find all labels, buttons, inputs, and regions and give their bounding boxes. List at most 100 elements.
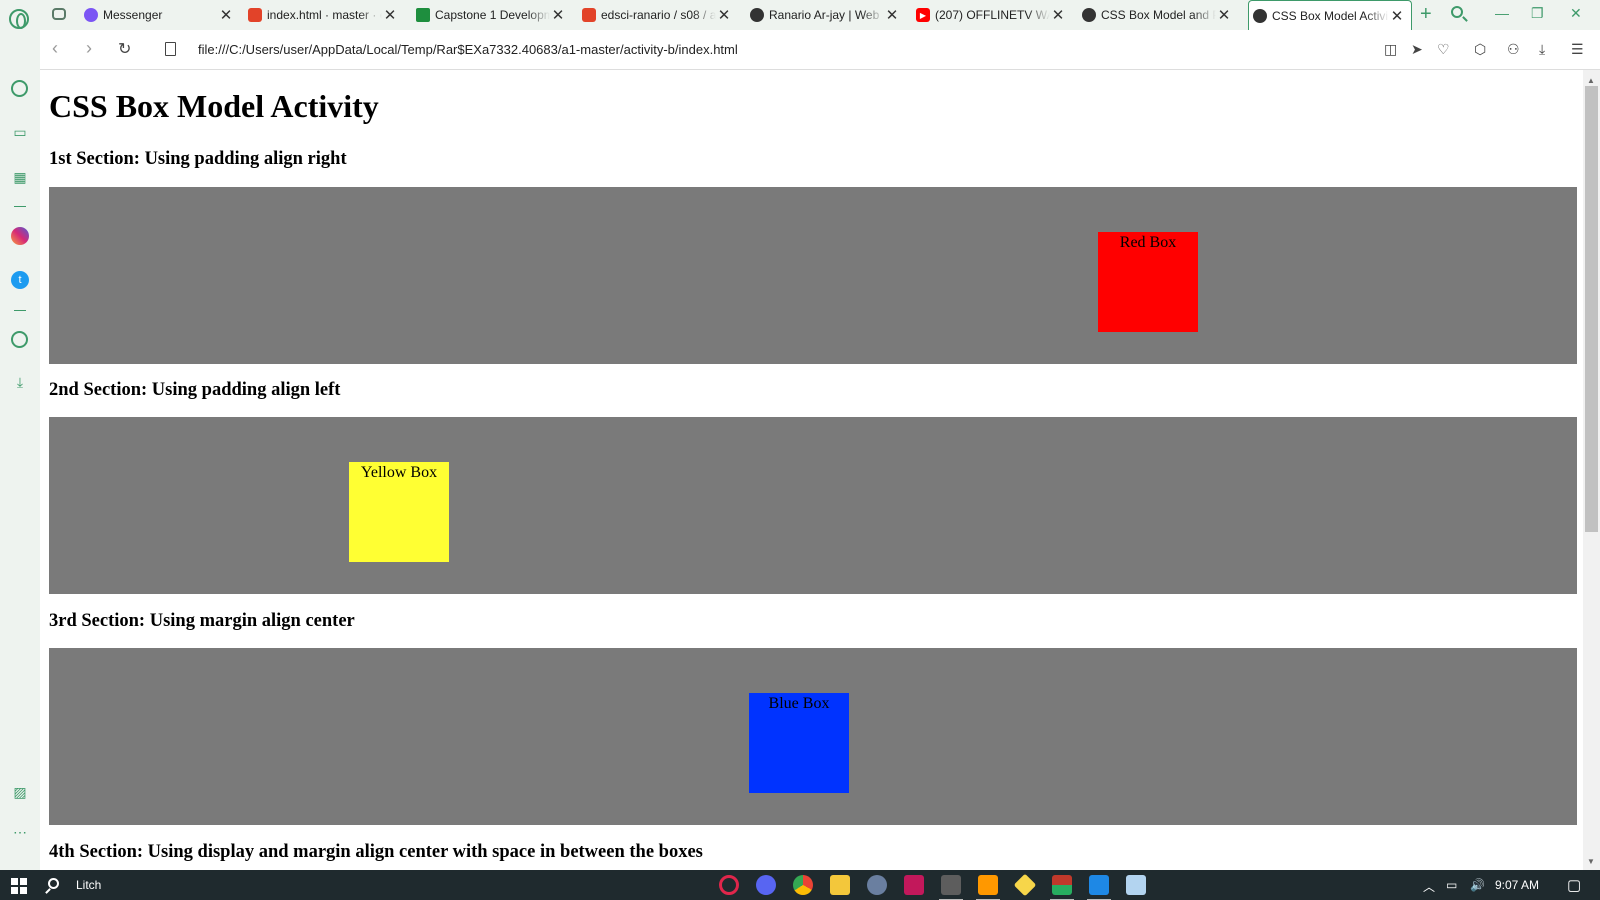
tab-strip: Messenger ✕ index.html · master · e ✕ Ca… — [0, 0, 1600, 30]
search-tabs-icon[interactable] — [1451, 6, 1463, 18]
workspaces-icon[interactable] — [52, 8, 66, 20]
scroll-up-arrow-icon[interactable]: ▲ — [1587, 76, 1595, 85]
globe-icon — [1082, 8, 1096, 22]
sidebar-divider — [14, 310, 26, 311]
history-icon[interactable] — [11, 331, 28, 348]
tab-title: edsci-ranario / s08 / a — [601, 8, 716, 22]
tab-capstone[interactable]: Capstone 1 Developm ✕ — [412, 0, 572, 30]
section-2-heading: 2nd Section: Using padding align left — [49, 380, 341, 400]
gitlab-icon — [248, 8, 262, 22]
page-content: CSS Box Model Activity 1st Section: Usin… — [40, 70, 1583, 870]
tab-css-box-model-activity[interactable]: CSS Box Model Activi ✕ — [1248, 0, 1412, 30]
section-3-container: Blue Box — [49, 648, 1577, 825]
new-tab-icon[interactable]: + — [1420, 3, 1432, 26]
chrome-icon[interactable] — [793, 875, 813, 895]
close-window-icon[interactable]: ✕ — [1570, 5, 1582, 22]
youtube-icon: ▶ — [916, 8, 930, 22]
send-icon[interactable]: ➤ — [1411, 41, 1423, 58]
git-icon[interactable] — [1013, 873, 1037, 897]
reload-icon[interactable]: ↻ — [118, 39, 131, 59]
globe-icon — [1253, 8, 1267, 23]
downloads-icon[interactable]: ⤓ — [10, 372, 30, 392]
section-1-heading: 1st Section: Using padding align right — [49, 149, 347, 169]
back-icon[interactable]: ‹ — [52, 38, 58, 59]
minimize-icon[interactable]: — — [1495, 5, 1509, 21]
tab-title: Messenger — [103, 8, 163, 22]
close-icon[interactable]: ✕ — [1389, 7, 1405, 25]
red-box: Red Box — [1098, 232, 1198, 332]
photos-icon[interactable] — [1087, 875, 1111, 900]
windows-taskbar: Litch ︿ ▭ 🔊 9:07 AM ▢ — [0, 870, 1600, 900]
clock-time[interactable]: 9:07 AM — [1495, 878, 1539, 892]
tab-css-box-model[interactable]: CSS Box Model and P ✕ — [1078, 0, 1238, 30]
search-icon[interactable] — [48, 878, 59, 889]
tab-title: index.html · master · e — [267, 8, 382, 22]
extensions-icon[interactable]: ▦ — [10, 167, 30, 187]
tab-title: (207) OFFLINETV WA — [935, 8, 1050, 22]
address-bar: ‹ › ↻ file:///C:/Users/user/AppData/Loca… — [40, 30, 1600, 70]
close-icon[interactable]: ✕ — [382, 6, 398, 24]
blue-box: Blue Box — [749, 693, 849, 793]
restore-icon[interactable]: ❐ — [1531, 5, 1544, 22]
chevron-up-icon[interactable]: ︿ — [1423, 878, 1435, 895]
windows-start-icon[interactable] — [11, 878, 27, 894]
sidebar-divider — [14, 206, 26, 207]
section-4-heading: 4th Section: Using display and margin al… — [49, 842, 703, 862]
close-icon[interactable]: ✕ — [550, 6, 566, 24]
tab-gitlab-edsci[interactable]: edsci-ranario / s08 / a ✕ — [578, 0, 738, 30]
vector-app-icon[interactable] — [904, 875, 924, 895]
tab-messenger[interactable]: Messenger ✕ — [80, 0, 240, 30]
file-explorer-icon[interactable] — [830, 875, 850, 895]
classroom-icon — [416, 8, 430, 22]
page-scrollbar[interactable]: ▲ ▼ — [1583, 70, 1600, 870]
messenger-icon — [84, 8, 98, 22]
url-field[interactable]: file:///C:/Users/user/AppData/Local/Temp… — [198, 42, 738, 57]
heart-icon[interactable]: ♡ — [1437, 41, 1450, 58]
tab-ranario[interactable]: Ranario Ar-jay | Web ✕ — [746, 0, 906, 30]
volume-icon[interactable]: 🔊 — [1470, 878, 1485, 892]
gitlab-icon — [582, 8, 596, 22]
section-1-container: Red Box — [49, 187, 1577, 364]
tab-title: Capstone 1 Developm — [435, 8, 550, 22]
opera-logo-icon[interactable] — [9, 9, 29, 29]
more-icon[interactable]: ⋯ — [10, 822, 30, 842]
close-icon[interactable]: ✕ — [1050, 6, 1066, 24]
speed-dial-icon[interactable] — [11, 80, 28, 97]
network-icon[interactable]: ▭ — [1446, 878, 1457, 892]
twitter-icon[interactable]: t — [11, 271, 29, 289]
forward-icon[interactable]: › — [86, 38, 92, 59]
taskbar-search-text[interactable]: Litch — [76, 878, 101, 892]
tab-title: CSS Box Model Activi — [1272, 8, 1389, 23]
tab-title: Ranario Ar-jay | Web — [769, 8, 880, 22]
sidebar: ▭ ▦ t ⤓ ▨ ⋯ — [0, 30, 40, 870]
terminal-icon[interactable] — [939, 875, 963, 900]
close-icon[interactable]: ✕ — [716, 6, 732, 24]
bag-icon[interactable]: ▭ — [10, 122, 30, 142]
close-icon[interactable]: ✕ — [218, 6, 234, 24]
scroll-down-arrow-icon[interactable]: ▼ — [1587, 857, 1595, 866]
download-icon[interactable]: ⤓ — [1539, 41, 1545, 58]
page-title: CSS Box Model Activity — [49, 88, 379, 124]
globe-icon — [750, 8, 764, 22]
sublime-text-icon[interactable] — [976, 875, 1000, 900]
file-icon — [165, 42, 176, 56]
discord-icon[interactable] — [756, 875, 776, 895]
close-icon[interactable]: ✕ — [884, 6, 900, 24]
snapshot-icon[interactable]: ◫ — [1384, 41, 1397, 58]
gallery-icon[interactable]: ▨ — [10, 782, 30, 802]
winrar-icon[interactable] — [1050, 875, 1074, 900]
easy-setup-icon[interactable]: ☰ — [1571, 41, 1584, 58]
tab-gitlab-index[interactable]: index.html · master · e ✕ — [244, 0, 404, 30]
app-icon[interactable] — [867, 875, 887, 895]
close-icon[interactable]: ✕ — [1216, 6, 1232, 24]
tab-youtube[interactable]: ▶ (207) OFFLINETV WA ✕ — [912, 0, 1072, 30]
instagram-icon[interactable] — [11, 227, 29, 245]
notification-icon[interactable]: ▢ — [1567, 876, 1581, 894]
opera-taskbar-icon[interactable] — [719, 875, 739, 895]
section-2-container: Yellow Box — [49, 417, 1577, 594]
yellow-box: Yellow Box — [349, 462, 449, 562]
profile-icon[interactable]: ⚇ — [1507, 41, 1520, 58]
cube-icon[interactable]: ⬡ — [1474, 41, 1486, 58]
scroll-thumb[interactable] — [1585, 86, 1598, 532]
notepad-icon[interactable] — [1126, 875, 1146, 895]
